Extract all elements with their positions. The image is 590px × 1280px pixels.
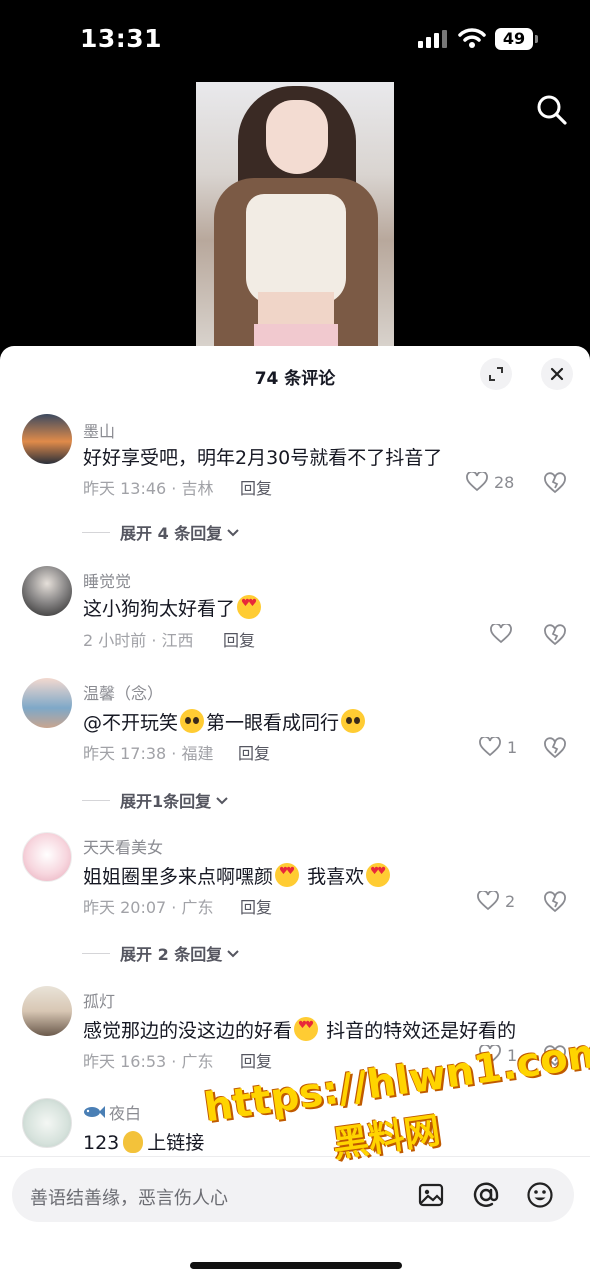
heart-icon [466,472,488,492]
reply-button[interactable]: 回复 [223,627,255,651]
reply-button[interactable]: 回复 [240,1048,272,1072]
battery-icon: 49 [495,28,539,50]
status-bar: 13:31 49 [0,0,590,80]
reply-button[interactable]: 回复 [238,740,270,764]
comment-input[interactable]: 善语结善缘，恶言伤人心 [30,1184,228,1210]
money-bag-emoji [123,1131,144,1153]
avatar[interactable] [22,678,72,728]
heart-icon [479,737,501,757]
reply-button[interactable]: 回复 [240,894,272,918]
expand-replies-button[interactable]: 展开 4 条回复 [82,520,241,544]
like-button[interactable]: 2 [477,891,515,911]
comment-input-bar[interactable]: 善语结善缘，恶言伤人心 [12,1168,574,1222]
avatar[interactable] [22,986,72,1036]
broken-heart-icon[interactable] [543,624,567,646]
heart-eyes-emoji [366,863,391,887]
heart-eyes-emoji [294,1017,319,1041]
emoji-icon[interactable] [526,1181,554,1209]
comment-meta: 昨天 16:53 · 广东 [83,1052,214,1071]
fish-icon [84,1106,105,1118]
expand-icon[interactable] [480,358,512,390]
chevron-down-icon [227,529,239,537]
broken-heart-icon[interactable] [543,472,567,494]
like-count: 28 [494,472,515,492]
comment-meta: 昨天 17:38 · 福建 [83,744,214,763]
like-button[interactable] [490,624,512,644]
comment-text: 姐姐圈里多来点啊嘿颜 我喜欢 [83,862,392,889]
comment-text: 这小狗狗太好看了 [83,594,263,621]
comment-text: 感觉那边的没这边的好看 抖音的特效还是好看的 [83,1016,516,1043]
like-button[interactable]: 28 [466,472,514,492]
expand-replies-button[interactable]: 展开 2 条回复 [82,941,241,965]
avatar[interactable] [22,414,72,464]
comment-meta: 2 小时前 · 江西 [83,631,194,650]
heart-icon [477,891,499,911]
heart-eyes-emoji [237,595,262,619]
comment-text: 123 上链接 [83,1131,205,1154]
battery-level: 49 [495,28,533,50]
avatar[interactable] [22,1098,72,1148]
pleading-face-emoji [180,709,205,733]
comment-meta: 昨天 13:46 · 吉林 [83,479,214,498]
wifi-icon [458,28,486,48]
chevron-down-icon [227,950,239,958]
heart-icon [490,624,512,644]
avatar[interactable] [22,832,72,882]
like-count: 1 [507,737,518,757]
reply-button[interactable]: 回复 [240,475,272,499]
comment-username[interactable]: 孤灯 [83,988,115,1012]
expand-replies-button[interactable]: 展开1条回复 [82,788,230,812]
comment-username[interactable]: 墨山 [83,418,115,442]
comment-text: @不开玩笑 第一眼看成同行 [83,708,367,735]
search-icon[interactable] [536,94,568,126]
comment-meta: 昨天 20:07 · 广东 [83,898,214,917]
pleading-face-emoji [341,709,366,733]
like-button[interactable]: 1 [479,737,517,757]
avatar[interactable] [22,566,72,616]
video-preview[interactable] [196,82,394,346]
comment-username[interactable]: 天天看美女 [83,834,163,858]
cellular-signal-icon [418,30,447,48]
close-icon[interactable] [541,358,573,390]
heart-eyes-emoji [275,863,300,887]
chevron-down-icon [216,797,228,805]
at-icon[interactable] [472,1181,500,1209]
broken-heart-icon[interactable] [543,891,567,913]
comment-text: 好好享受吧，明年2月30号就看不了抖音了 [83,447,443,469]
comment-username[interactable]: 温馨（念） [83,680,163,704]
image-icon[interactable] [417,1181,445,1209]
home-indicator[interactable] [190,1262,402,1269]
comment-username[interactable]: 睡觉觉 [83,568,131,592]
like-count: 2 [505,891,516,911]
status-time: 13:31 [80,24,163,53]
broken-heart-icon[interactable] [543,737,567,759]
comment-username[interactable]: 夜白 [83,1100,141,1124]
